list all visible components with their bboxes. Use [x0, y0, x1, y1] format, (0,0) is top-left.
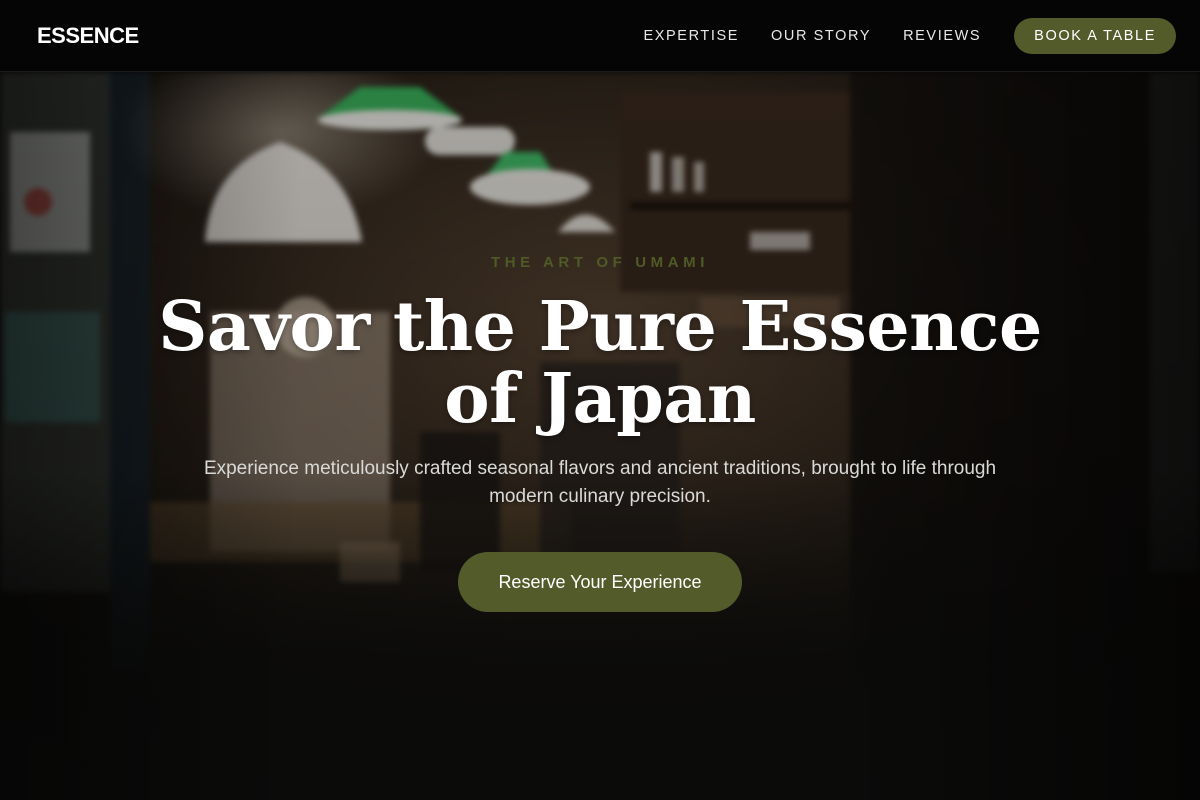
nav-links: EXPERTISE OUR STORY REVIEWS BOOK A TABLE: [643, 17, 1176, 54]
nav-link-expertise[interactable]: EXPERTISE: [643, 28, 739, 44]
book-a-table-button[interactable]: BOOK A TABLE: [1014, 17, 1176, 54]
nav-link-reviews[interactable]: REVIEWS: [903, 28, 981, 44]
hero-subtitle: Experience meticulously crafted seasonal…: [203, 458, 997, 507]
reserve-experience-button[interactable]: Reserve Your Experience: [458, 552, 742, 612]
top-nav: ESSENCE EXPERTISE OUR STORY REVIEWS BOOK…: [0, 0, 1200, 72]
hero-eyebrow: THE ART OF UMAMI: [490, 254, 710, 271]
hero-title: Savor the Pure Essence of Japan: [158, 287, 1042, 439]
hero-content: THE ART OF UMAMI Savor the Pure Essence …: [0, 72, 1200, 800]
hero-section: THE ART OF UMAMI Savor the Pure Essence …: [0, 72, 1200, 800]
brand-logo[interactable]: ESSENCE: [37, 23, 139, 49]
nav-link-our-story[interactable]: OUR STORY: [771, 28, 871, 44]
